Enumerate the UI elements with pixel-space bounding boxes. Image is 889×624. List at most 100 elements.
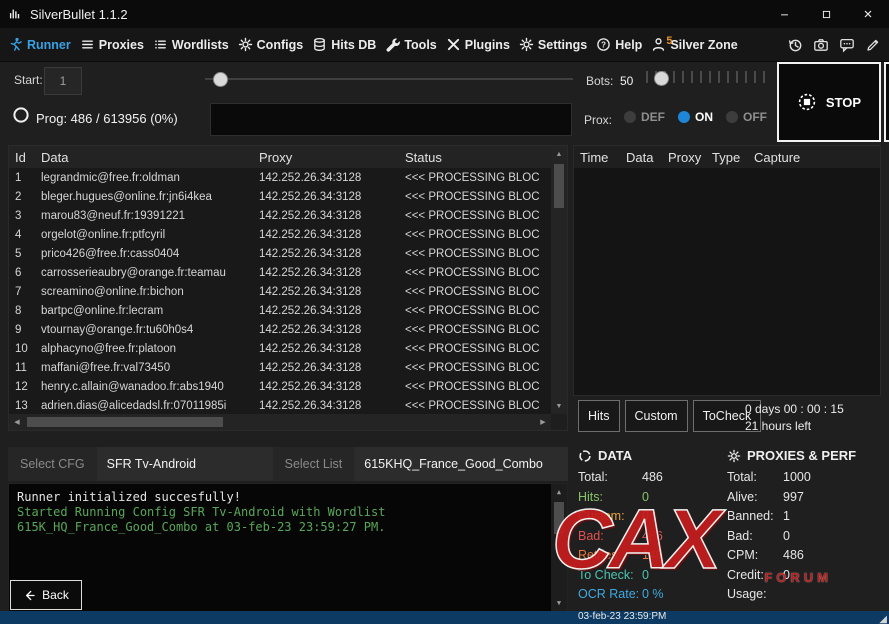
nav-proxies[interactable]: Proxies — [80, 37, 144, 52]
select-list-button[interactable]: Select List — [273, 447, 355, 481]
cell-proxy: 142.252.26.34:3128 — [259, 286, 405, 298]
scroll-left-icon[interactable]: ◀ — [9, 414, 25, 430]
stat-row: Alive:997 — [727, 488, 883, 508]
cell-proxy: 142.252.26.34:3128 — [259, 248, 405, 260]
nav-hitsdb[interactable]: Hits DB — [312, 37, 376, 52]
slider-track — [205, 78, 573, 80]
table-row[interactable]: 7screamino@online.fr:bichon142.252.26.34… — [9, 282, 551, 301]
cell-data: orgelot@online.fr:ptfcyril — [41, 229, 259, 241]
table-row[interactable]: 6carrosserieaubry@orange.fr:teamau142.25… — [9, 263, 551, 282]
bots-slider[interactable] — [646, 70, 766, 86]
cell-status: <<< PROCESSING BLOC — [405, 267, 551, 279]
select-cfg-button[interactable]: Select CFG — [8, 447, 97, 481]
nav-silver-zone[interactable]: 5 Silver Zone — [651, 37, 737, 52]
slider-handle[interactable] — [213, 72, 228, 87]
cell-status: <<< PROCESSING BLOC — [405, 362, 551, 374]
start-slider[interactable] — [205, 72, 573, 86]
table-row[interactable]: 3marou83@neuf.fr:19391221142.252.26.34:3… — [9, 206, 551, 225]
column-header-status[interactable]: Status — [405, 150, 567, 165]
stop-button[interactable]: STOP — [777, 62, 881, 142]
slider-handle[interactable] — [654, 71, 669, 86]
nav-wordlists[interactable]: Wordlists — [153, 37, 229, 52]
cell-data: adrien.dias@alicedadsl.fr:07011985i — [41, 400, 259, 412]
column-header-capture[interactable]: Capture — [754, 150, 880, 165]
column-header-proxy[interactable]: Proxy — [668, 150, 712, 165]
column-header-proxy[interactable]: Proxy — [259, 150, 405, 165]
scrollbar-thumb[interactable] — [554, 502, 564, 534]
progress-label: Prog: 486 / 613956 (0%) — [36, 111, 178, 126]
stat-label: Banned: — [727, 507, 783, 527]
minimize-button[interactable] — [763, 0, 805, 28]
maximize-button[interactable] — [805, 0, 847, 28]
nav-proxies-label: Proxies — [99, 38, 144, 52]
scrollbar-thumb[interactable] — [27, 417, 223, 427]
cell-id: 5 — [9, 248, 41, 260]
table-row[interactable]: 11maffani@free.fr:val73450142.252.26.34:… — [9, 358, 551, 377]
table-row[interactable]: 4orgelot@online.fr:ptfcyril142.252.26.34… — [9, 225, 551, 244]
log-scrollbar[interactable]: ▲ ▼ — [551, 484, 567, 611]
hits-table-header: Time Data Proxy Type Capture — [574, 146, 880, 168]
cell-id: 6 — [9, 267, 41, 279]
stop-icon — [797, 92, 817, 112]
stat-value: 0 — [642, 507, 649, 527]
close-button[interactable] — [847, 0, 889, 28]
pencil-icon[interactable] — [865, 37, 881, 53]
camera-icon[interactable] — [813, 37, 829, 53]
column-header-data[interactable]: Data — [41, 150, 259, 165]
column-header-id[interactable]: Id — [9, 150, 41, 165]
column-header-data[interactable]: Data — [626, 150, 668, 165]
cell-proxy: 142.252.26.34:3128 — [259, 381, 405, 393]
scroll-down-icon[interactable]: ▼ — [551, 595, 567, 611]
column-header-type[interactable]: Type — [712, 150, 754, 165]
cell-data: maffani@free.fr:val73450 — [41, 362, 259, 374]
table-row[interactable]: 13adrien.dias@alicedadsl.fr:07011985i142… — [9, 396, 551, 414]
proxy-on-label: ON — [695, 110, 713, 124]
nav-help[interactable]: ? Help — [596, 37, 642, 52]
back-button[interactable]: Back — [10, 580, 82, 610]
scroll-up-icon[interactable]: ▲ — [551, 146, 567, 162]
stat-value: 1 — [783, 507, 790, 527]
stat-value: 1000 — [783, 468, 811, 488]
cell-id: 3 — [9, 210, 41, 222]
nav-runner[interactable]: Runner — [8, 37, 71, 52]
stat-row: Retries:148 — [578, 546, 724, 566]
table-row[interactable]: 1legrandmic@free.fr:oldman142.252.26.34:… — [9, 168, 551, 187]
vertical-scrollbar[interactable]: ▲ ▼ — [551, 146, 567, 414]
scrollbar-thumb[interactable] — [554, 164, 564, 208]
table-row[interactable]: 2bleger.hugues@online.fr:jn6i4kea142.252… — [9, 187, 551, 206]
cell-data: bleger.hugues@online.fr:jn6i4kea — [41, 191, 259, 203]
table-row[interactable]: 10alphacyno@free.fr:platoon142.252.26.34… — [9, 339, 551, 358]
proxy-off-toggle[interactable]: OFF — [726, 110, 767, 124]
table-row[interactable]: 8bartpc@online.fr:lecram142.252.26.34:31… — [9, 301, 551, 320]
cell-id: 4 — [9, 229, 41, 241]
cell-status: <<< PROCESSING BLOC — [405, 191, 551, 203]
scroll-up-icon[interactable]: ▲ — [551, 484, 567, 500]
chat-icon[interactable] — [839, 37, 855, 53]
column-header-time[interactable]: Time — [574, 150, 626, 165]
table-row[interactable]: 5prico426@free.fr:cass0404142.252.26.34:… — [9, 244, 551, 263]
nav-runner-label: Runner — [27, 38, 71, 52]
scroll-right-icon[interactable]: ▶ — [535, 414, 551, 430]
cell-id: 11 — [9, 362, 41, 374]
results-table-header: Id Data Proxy Status — [9, 146, 567, 168]
cell-data: screamino@online.fr:bichon — [41, 286, 259, 298]
scrollbar-corner — [551, 414, 567, 430]
hits-tab[interactable]: Hits — [578, 400, 620, 432]
cell-data: legrandmic@free.fr:oldman — [41, 172, 259, 184]
table-row[interactable]: 12henry.c.allain@wanadoo.fr:abs1940142.2… — [9, 377, 551, 396]
proxy-on-toggle[interactable]: ON — [678, 110, 713, 124]
nav-configs[interactable]: Configs — [238, 37, 304, 52]
horizontal-scrollbar[interactable]: ◀ ▶ — [9, 414, 551, 430]
proxy-def-toggle[interactable]: DEF — [624, 110, 665, 124]
nav-silver-zone-label: Silver Zone — [670, 38, 737, 52]
stat-value: 0 — [642, 488, 649, 508]
table-row[interactable]: 9vtournay@orange.fr:tu60h0s4142.252.26.3… — [9, 320, 551, 339]
nav-plugins[interactable]: Plugins — [446, 37, 510, 52]
history-icon[interactable] — [787, 37, 803, 53]
scroll-down-icon[interactable]: ▼ — [551, 398, 567, 414]
custom-tab[interactable]: Custom — [625, 400, 688, 432]
nav-tools[interactable]: Tools — [385, 37, 436, 52]
start-input[interactable] — [44, 67, 82, 95]
nav-settings[interactable]: Settings — [519, 37, 587, 52]
resize-grip[interactable]: ◢ — [879, 614, 887, 624]
